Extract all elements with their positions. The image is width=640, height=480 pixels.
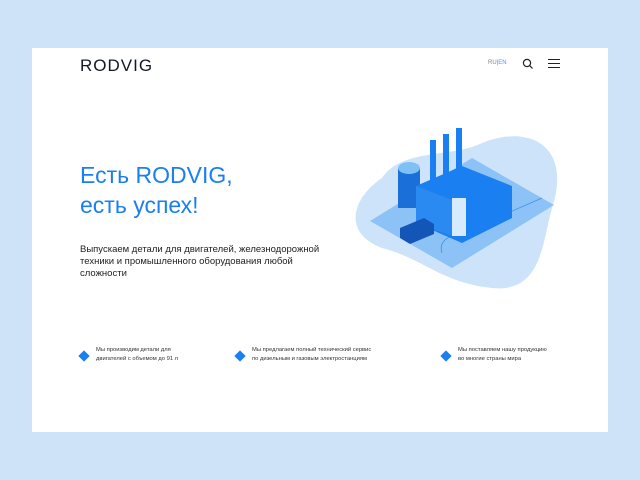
hero-description: Выпускаем детали для двигателей, железно… [80, 244, 320, 279]
diamond-bullet-icon [78, 350, 90, 362]
menu-icon[interactable] [548, 58, 560, 69]
feature-text: Мы производим детали для [96, 347, 171, 353]
page-card: RODVIG RU|EN Есть RODVIG, есть успех! Вы… [32, 48, 608, 432]
feature-item: Мы производим детали для двигателей с объ… [78, 346, 179, 364]
feature-text: Мы поставляем нашу продукцию [458, 347, 547, 353]
hero-title: Есть RODVIG, есть успех! [80, 160, 233, 220]
diamond-bullet-icon [234, 350, 246, 362]
lang-ru[interactable]: RU [488, 60, 497, 66]
feature-text: Мы предлагаем полный технический сервис [252, 347, 372, 353]
language-switcher: RU|EN [488, 60, 507, 66]
feature-text: двигателей с объемом до 91 л [96, 356, 179, 362]
lang-en[interactable]: EN [498, 60, 506, 66]
feature-item: Мы поставляем нашу продукцию во многие ст… [440, 346, 547, 364]
title-line-1: Есть RODVIG, [80, 162, 233, 188]
title-line-2: есть успех! [80, 192, 199, 218]
chimney [430, 140, 436, 180]
feature-text: во многие страны мира [458, 356, 522, 362]
chimney [443, 134, 449, 178]
search-icon[interactable] [522, 58, 534, 70]
feature-item: Мы предлагаем полный технический сервис п… [234, 346, 372, 364]
logo[interactable]: RODVIG [80, 56, 153, 76]
factory-illustration [355, 128, 558, 289]
diamond-bullet-icon [440, 350, 452, 362]
feature-text: по дизельным и газовым электростанциям [252, 356, 367, 362]
